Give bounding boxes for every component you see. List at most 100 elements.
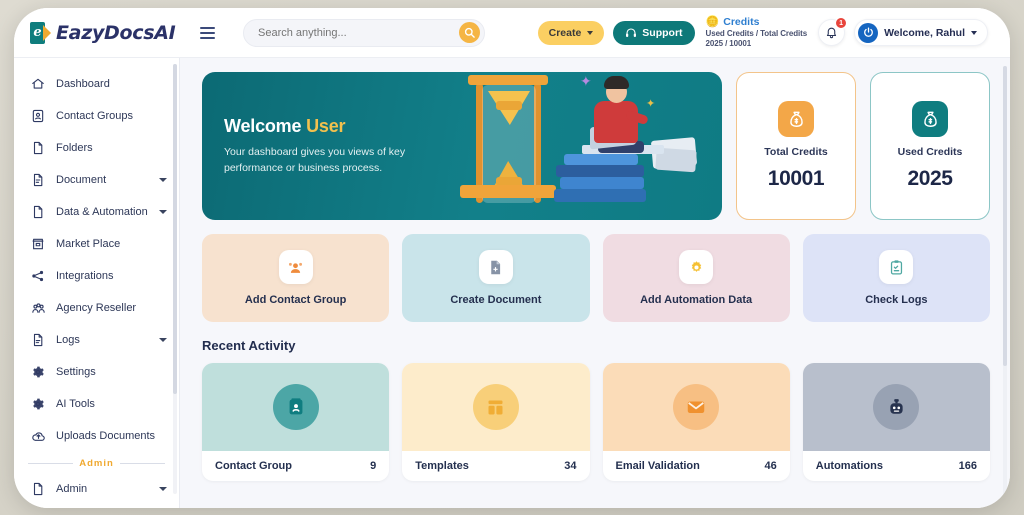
- logo-triangle-icon: [43, 24, 51, 41]
- top-header: e EazyDocsAI Create: [14, 8, 1010, 58]
- sidebar-scrollbar-thumb[interactable]: [173, 64, 177, 394]
- main-scrollbar-thumb[interactable]: [1003, 66, 1007, 366]
- total-credits-card: Total Credits 10001: [736, 72, 856, 220]
- credits-title-label: Credits: [723, 15, 760, 28]
- log-file-icon: [30, 333, 46, 347]
- recent-activity-card-email-validation[interactable]: Email Validation 46: [602, 363, 790, 481]
- chevron-down-icon[interactable]: [159, 210, 167, 214]
- gear-icon: [30, 365, 46, 379]
- recent-activity-card-count: 166: [958, 460, 977, 472]
- sidebar-item-contact-groups[interactable]: Contact Groups: [14, 100, 179, 132]
- home-icon: [30, 77, 46, 91]
- recent-activity-card-footer: Automations 166: [803, 451, 990, 481]
- admin-file-icon: [30, 482, 46, 496]
- add-contact-group-card[interactable]: Add Contact Group: [202, 234, 390, 322]
- sidebar-divider-label: Admin: [79, 458, 114, 469]
- header-actions: Create Support 🪙 Credits Used Credits / …: [537, 16, 1010, 50]
- search-input[interactable]: [258, 26, 459, 39]
- credits-subtitle: Used Credits / Total Credits: [705, 29, 808, 39]
- search-box[interactable]: [243, 18, 485, 47]
- sidebar-item-admin[interactable]: Admin: [14, 473, 179, 505]
- sidebar-item-dashboard[interactable]: Dashboard: [14, 68, 179, 100]
- recent-activity-card-contact-group[interactable]: Contact Group 9: [202, 363, 390, 481]
- upload-cloud-icon: [30, 429, 46, 444]
- main-content: Welcome User Your dashboard gives you vi…: [180, 58, 1010, 508]
- recent-activity-title: Recent Activity: [202, 338, 296, 353]
- recent-activity-card-count: 9: [370, 460, 377, 472]
- data-icon: [30, 205, 46, 219]
- recent-activity-card-name: Templates: [415, 460, 469, 472]
- chevron-down-icon[interactable]: [159, 338, 167, 342]
- sidebar-item-integrations[interactable]: Integrations: [14, 260, 179, 292]
- welcome-banner: Welcome User Your dashboard gives you vi…: [202, 72, 722, 220]
- main-scrollbar[interactable]: [1003, 66, 1007, 500]
- recent-activity-card-name: Automations: [815, 460, 883, 472]
- user-menu-button[interactable]: Welcome, Rahul: [854, 19, 988, 46]
- recent-activity-row: Contact Group 9 Templates 34 Email Valid…: [202, 363, 990, 481]
- contact-card-icon: [272, 384, 319, 430]
- sidebar-item-label: Folders: [56, 142, 93, 154]
- sidebar-item-data-automation[interactable]: Data & Automation: [14, 196, 179, 228]
- notification-bell-button[interactable]: 1: [818, 17, 848, 46]
- sidebar-item-folders[interactable]: Folders: [14, 132, 179, 164]
- action-card-label: Create Document: [450, 294, 542, 306]
- check-logs-card[interactable]: Check Logs: [802, 234, 990, 322]
- sidebar-item-agency-reseller[interactable]: Agency Reseller: [14, 292, 179, 324]
- chevron-down-icon[interactable]: [159, 487, 167, 491]
- brand-logo[interactable]: e EazyDocsAI: [14, 21, 180, 44]
- sidebar-item-logs[interactable]: Logs: [14, 324, 179, 356]
- create-button-label: Create: [548, 26, 582, 39]
- envelope-icon: [673, 384, 720, 430]
- sidebar-item-ai-tools[interactable]: AI Tools: [14, 388, 179, 420]
- banner-title-prefix: Welcome: [224, 116, 307, 136]
- template-grid-icon: [472, 384, 519, 430]
- sidebar-item-label: Contact Groups: [56, 110, 134, 122]
- sidebar-item-label: Market Place: [56, 238, 121, 250]
- app-window: e EazyDocsAI Create: [14, 8, 1010, 508]
- add-automation-data-card[interactable]: Add Automation Data: [602, 234, 790, 322]
- used-credits-card: Used Credits 2025: [870, 72, 990, 220]
- sidebar-item-label: Settings: [56, 366, 96, 378]
- money-bag-icon: [912, 101, 948, 137]
- credits-summary[interactable]: 🪙 Credits Used Credits / Total Credits 2…: [706, 16, 808, 50]
- chevron-down-icon: [587, 30, 594, 35]
- sidebar-item-label: Integrations: [56, 270, 114, 282]
- sidebar-item-label: Agency Reseller: [56, 302, 137, 314]
- recent-activity-card-header: [202, 363, 390, 451]
- sidebar-item-label: AI Tools: [56, 398, 95, 410]
- credit-card-value: 10001: [767, 167, 825, 190]
- create-button[interactable]: Create: [537, 20, 605, 45]
- chevron-down-icon: [971, 30, 977, 35]
- gear-sun-icon: [679, 250, 714, 284]
- banner-subtitle: Your dashboard gives you views of key pe…: [224, 146, 406, 175]
- create-document-card[interactable]: Create Document: [402, 234, 590, 322]
- notification-badge: 1: [835, 17, 848, 29]
- headset-icon: [625, 27, 637, 39]
- bell-icon: [825, 26, 838, 39]
- sidebar-item-market-place[interactable]: Market Place: [14, 228, 179, 260]
- sidebar-scrollbar[interactable]: [173, 64, 177, 494]
- sidebar-item-settings[interactable]: Settings: [14, 356, 179, 388]
- support-button[interactable]: Support: [613, 20, 695, 45]
- chevron-down-icon[interactable]: [159, 178, 167, 182]
- recent-activity-card-footer: Contact Group 9: [202, 451, 389, 481]
- avatar: [858, 22, 879, 43]
- search-icon[interactable]: [459, 22, 480, 43]
- support-button-label: Support: [642, 26, 683, 39]
- recent-activity-card-automations[interactable]: Automations 166: [802, 363, 990, 481]
- hourglass-person-books-illustration: ✦ ✦: [430, 72, 720, 220]
- sidebar-item-uploads-documents[interactable]: Uploads Documents: [14, 420, 179, 452]
- recent-activity-card-templates[interactable]: Templates 34: [402, 363, 590, 481]
- robot-icon: [873, 384, 920, 430]
- clipboard-check-icon: [879, 250, 914, 284]
- sidebar-item-document[interactable]: Document: [14, 164, 179, 196]
- user-menu-label: Welcome, Rahul: [884, 26, 965, 39]
- recent-activity-card-name: Email Validation: [615, 460, 700, 472]
- recent-activity-card-footer: Email Validation 46: [603, 451, 790, 481]
- hamburger-icon[interactable]: [196, 23, 219, 43]
- quick-actions-row: Add Contact Group Create Document Add Au…: [202, 234, 990, 322]
- dashboard-top-row: Welcome User Your dashboard gives you vi…: [202, 72, 990, 220]
- sidebar-item-label: Dashboard: [56, 78, 110, 90]
- recent-activity-card-footer: Templates 34: [402, 451, 589, 481]
- action-card-label: Add Contact Group: [244, 294, 347, 306]
